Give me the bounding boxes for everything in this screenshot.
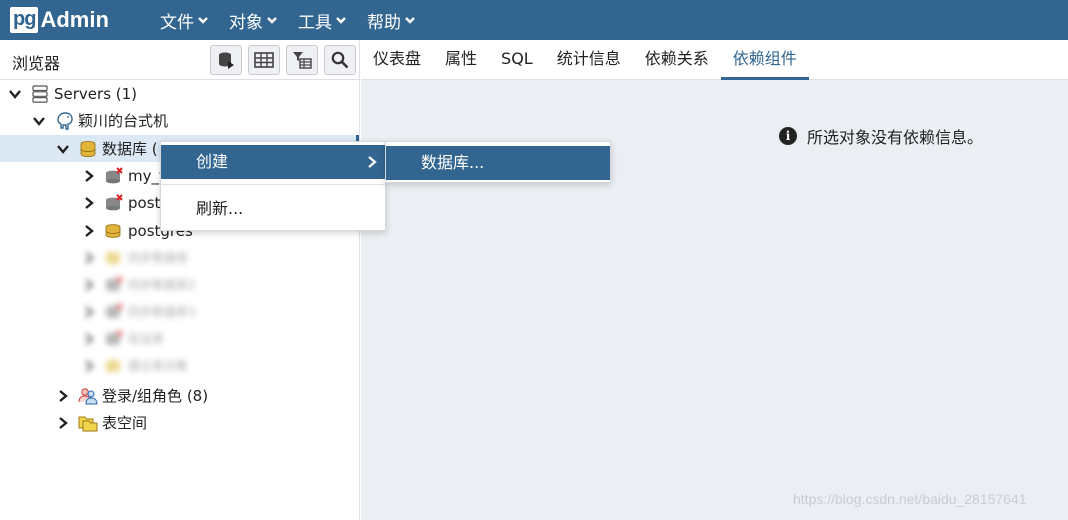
databases-icon [80, 140, 96, 157]
tree-label-database-2: post [128, 193, 161, 212]
chevron-right-icon[interactable] [56, 389, 70, 403]
tab-properties[interactable]: 属性 [433, 40, 489, 80]
database-disconnected-icon [106, 166, 123, 183]
info-message: i 所选对象没有依赖信息。 [779, 124, 983, 148]
database-icon [106, 251, 120, 264]
tree-label-databases: 数据库 ( [102, 140, 158, 158]
tree-node-server[interactable]: 颖川的台式机 [32, 107, 168, 134]
tab-sql[interactable]: SQL [489, 40, 545, 80]
chevron-right-icon[interactable] [82, 305, 96, 319]
tree-node-blurred-5[interactable]: 建立库对象 [82, 352, 188, 379]
context-menu-divider [161, 184, 385, 185]
main-menu: 文件 对象 工具 帮助 [160, 0, 436, 40]
tree-label-blurred-2: 同步数据库2 [128, 278, 196, 292]
tab-dependencies[interactable]: 依赖关系 [633, 40, 721, 80]
chevron-down-icon[interactable] [56, 142, 70, 156]
chevron-down-icon [336, 17, 346, 24]
tab-bar: 仪表盘 属性 SQL 统计信息 依赖关系 依赖组件 [361, 40, 1068, 80]
tree-node-blurred-1[interactable]: 同步数据库 [82, 244, 188, 271]
database-disconnected-icon [106, 302, 123, 318]
chevron-right-icon[interactable] [82, 278, 96, 292]
tablespaces-folder-icon [78, 416, 98, 431]
chevron-right-icon[interactable] [56, 416, 70, 430]
submenu-create-database-label: 数据库... [421, 153, 485, 172]
menu-object-label: 对象 [229, 12, 263, 33]
chevron-right-icon[interactable] [82, 359, 96, 373]
logo-pg: pg [10, 7, 39, 33]
chevron-down-icon[interactable] [8, 87, 22, 101]
tree-node-login-roles[interactable]: 登录/组角色 (8) [56, 382, 208, 409]
menu-object[interactable]: 对象 [229, 8, 278, 33]
search-icon [331, 51, 349, 69]
context-submenu: 数据库... [385, 141, 611, 183]
chevron-down-icon[interactable] [32, 114, 46, 128]
chevron-down-icon [198, 17, 208, 24]
database-icon [106, 359, 120, 372]
logo-admin: Admin [40, 7, 109, 32]
tree-label-blurred-3: 同步数据库3 [128, 305, 196, 319]
tree-label-login-roles: 登录/组角色 (8) [102, 387, 209, 405]
watermark: https://blog.csdn.net/baidu_28157641 [793, 491, 1027, 507]
browser-header: 浏览器 [0, 40, 359, 80]
database-disconnected-icon [106, 275, 123, 291]
context-menu-refresh-label: 刷新... [196, 199, 244, 218]
database-disconnected-icon [106, 193, 123, 210]
tree-node-tablespaces[interactable]: 表空间 [56, 409, 147, 436]
chevron-down-icon [267, 17, 277, 24]
tree-node-servers[interactable]: Servers (1) [8, 80, 137, 107]
tree-label-servers: Servers (1) [54, 84, 138, 103]
context-menu-create[interactable]: 创建 [161, 145, 385, 179]
chevron-right-icon[interactable] [82, 196, 96, 210]
view-data-button[interactable] [248, 45, 280, 75]
table-icon [254, 52, 274, 68]
chevron-right-icon [368, 156, 377, 168]
tree-label-blurred-4: 验证库 [128, 332, 165, 346]
tree-node-databases[interactable]: 数据库 ( [56, 135, 158, 162]
search-button[interactable] [324, 45, 356, 75]
browser-panel: 浏览器 Servers (1) 颖川的台式机 数据库 (my_t post 同… [0, 40, 360, 520]
pgadmin-logo[interactable]: pg Admin [10, 6, 109, 34]
query-tool-button[interactable] [210, 45, 242, 75]
menu-help[interactable]: 帮助 [367, 8, 416, 33]
filter-table-icon [293, 52, 312, 69]
menu-file[interactable]: 文件 [160, 8, 209, 33]
context-menu-create-label: 创建 [196, 152, 229, 171]
chevron-right-icon[interactable] [82, 169, 96, 183]
chevron-right-icon[interactable] [82, 224, 96, 238]
filtered-rows-button[interactable] [286, 45, 318, 75]
tab-dependents[interactable]: 依赖组件 [720, 40, 809, 80]
tree-node-blurred-4[interactable]: 验证库 [82, 325, 164, 352]
submenu-create-database[interactable]: 数据库... [386, 146, 610, 180]
menu-file-label: 文件 [160, 12, 194, 33]
info-icon: i [779, 127, 797, 145]
context-menu: 创建 刷新... [160, 141, 386, 231]
browser-title: 浏览器 [12, 54, 61, 73]
context-menu-refresh[interactable]: 刷新... [161, 192, 385, 226]
roles-icon [78, 387, 98, 404]
menu-help-label: 帮助 [367, 12, 401, 33]
tree-node-blurred-2[interactable]: 同步数据库2 [82, 271, 196, 298]
tree-label-tablespaces: 表空间 [102, 414, 148, 432]
postgres-elephant-icon [57, 111, 73, 130]
menu-tools[interactable]: 工具 [298, 8, 347, 33]
tree-node-database-2[interactable]: post [82, 189, 160, 216]
query-tool-icon [219, 52, 234, 69]
tree-label-blurred-1: 同步数据库 [128, 251, 189, 265]
chevron-right-icon[interactable] [82, 251, 96, 265]
tree-node-database-1[interactable]: my_t [82, 162, 165, 189]
servers-icon [32, 84, 48, 103]
tab-statistics[interactable]: 统计信息 [545, 40, 633, 80]
menu-tools-label: 工具 [298, 12, 332, 33]
main-panel: 仪表盘 属性 SQL 统计信息 依赖关系 依赖组件 i 所选对象没有依赖信息。 [361, 40, 1068, 520]
tree-node-blurred-3[interactable]: 同步数据库3 [82, 298, 196, 325]
database-icon [105, 223, 121, 238]
info-message-text: 所选对象没有依赖信息。 [807, 128, 984, 147]
tree-label-blurred-5: 建立库对象 [128, 359, 189, 373]
tab-dashboard[interactable]: 仪表盘 [361, 40, 433, 80]
database-disconnected-icon [106, 329, 123, 345]
tree-label-server: 颖川的台式机 [78, 112, 169, 130]
chevron-down-icon [405, 17, 415, 24]
top-navbar: pg Admin 文件 对象 工具 帮助 [0, 0, 1068, 40]
chevron-right-icon[interactable] [82, 332, 96, 346]
